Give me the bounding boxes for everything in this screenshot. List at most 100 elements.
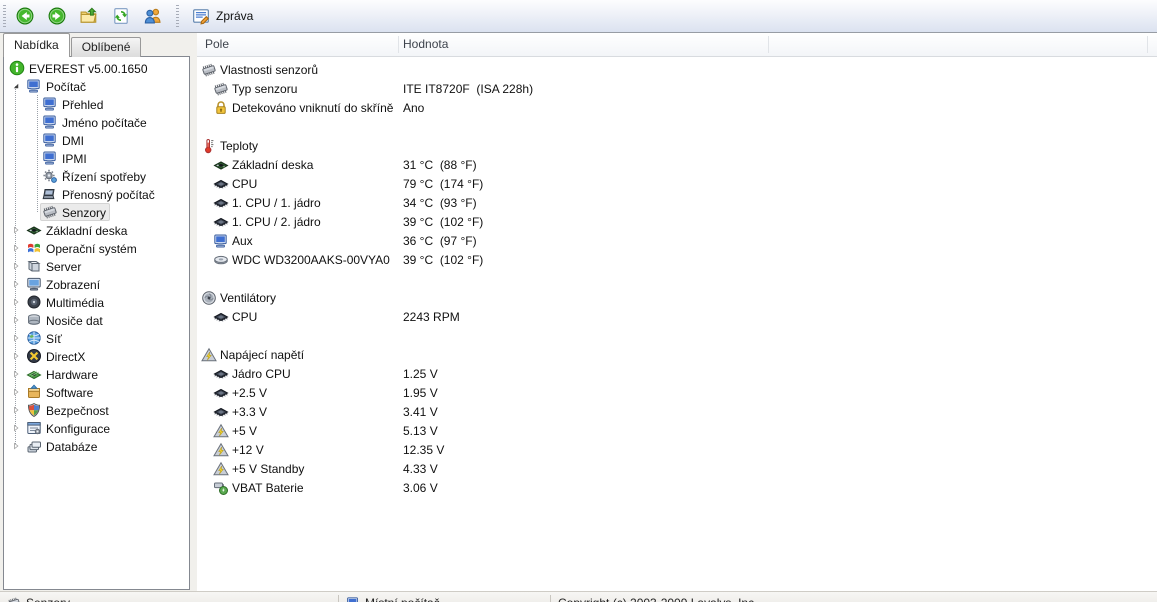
expand-arrow-icon[interactable]	[7, 332, 24, 344]
tree-item-prehled[interactable]: Přehled	[4, 95, 189, 113]
tree-item-everest-v5-00-1650[interactable]: EVEREST v5.00.1650	[4, 59, 189, 77]
row-12-v[interactable]: +12 V 12.35 V	[197, 440, 1157, 459]
tree-item-operacni-system[interactable]: Operační systém	[4, 239, 189, 257]
expand-arrow-icon[interactable]	[7, 386, 24, 398]
tree-item-dmi[interactable]: DMI	[4, 131, 189, 149]
value-label: 2243 RPM	[403, 309, 460, 324]
server-icon	[26, 258, 42, 274]
column-header-hodnota[interactable]: Hodnota	[395, 33, 448, 56]
expand-arrow-icon[interactable]	[7, 422, 24, 434]
tree-item-content: Konfigurace	[24, 419, 114, 437]
row-1-cpu-1-jadro[interactable]: 1. CPU / 1. jádro 34 °C (93 °F)	[197, 193, 1157, 212]
expand-arrow-icon[interactable]	[7, 296, 24, 308]
toolbar-gripper[interactable]	[3, 5, 6, 27]
expand-arrow-icon[interactable]	[7, 404, 24, 416]
row-typ-senzoru[interactable]: Typ senzoru ITE IT8720F (ISA 228h)	[197, 79, 1157, 98]
tree-item-rizeni-spotreby[interactable]: Řízení spotřeby	[4, 167, 189, 185]
row-wdc-wd3200aaks-00vya0[interactable]: WDC WD3200AAKS-00VYA0 39 °C (102 °F)	[197, 250, 1157, 269]
computer-icon	[42, 150, 58, 166]
row-detekovano-vniknuti-do-skrine[interactable]: Detekováno vniknutí do skříně Ano	[197, 98, 1157, 117]
tree-item-pocitac[interactable]: Počítač	[4, 77, 189, 95]
column-resize-handle[interactable]	[398, 36, 399, 53]
group-header-napajeci-napeti[interactable]: Napájecí napětí	[197, 345, 1157, 364]
row-aux[interactable]: Aux 36 °C (97 °F)	[197, 231, 1157, 250]
row-vbat-baterie[interactable]: VBAT Baterie 3.06 V	[197, 478, 1157, 497]
users-button[interactable]	[138, 3, 168, 30]
tab-nabidka[interactable]: Nabídka	[3, 33, 70, 57]
field-cell: CPU	[197, 309, 257, 325]
tree-item-sit[interactable]: Síť	[4, 329, 189, 347]
value-label: 34 °C (93 °F)	[403, 195, 477, 210]
tree-item-hardware[interactable]: Hardware	[4, 365, 189, 383]
field-label: Napájecí napětí	[220, 347, 305, 362]
computer-icon	[346, 596, 360, 602]
field-cell: 1. CPU / 2. jádro	[197, 214, 321, 230]
forward-button[interactable]	[42, 3, 72, 30]
tree-item-konfigurace[interactable]: Konfigurace	[4, 419, 189, 437]
column-resize-handle[interactable]	[768, 36, 769, 53]
expand-arrow-icon[interactable]	[7, 260, 24, 272]
row-3-3-v[interactable]: +3.3 V 3.41 V	[197, 402, 1157, 421]
row-5-v-standby[interactable]: +5 V Standby 4.33 V	[197, 459, 1157, 478]
tree-item-content: DMI	[40, 131, 88, 149]
expand-arrow-icon[interactable]	[7, 242, 24, 254]
chip-icon	[42, 204, 58, 220]
collapse-arrow-icon[interactable]	[7, 80, 24, 92]
tree-item-content: Přenosný počítač	[40, 185, 159, 203]
tree-item-content: Bezpečnost	[24, 401, 113, 419]
field-label: +3.3 V	[232, 404, 268, 419]
value-label: 5.13 V	[403, 423, 438, 438]
expand-arrow-icon[interactable]	[7, 440, 24, 452]
expand-arrow-icon[interactable]	[7, 314, 24, 326]
tree-item-label: IPMI	[62, 151, 87, 166]
up-button[interactable]	[74, 3, 104, 30]
field-label: Základní deska	[232, 157, 314, 172]
group-header-teploty[interactable]: Teploty	[197, 136, 1157, 155]
status-computer: Místní počítač	[339, 592, 550, 602]
config-icon	[26, 420, 42, 436]
expand-arrow-icon[interactable]	[7, 368, 24, 380]
refresh-button[interactable]	[106, 3, 136, 30]
tree-item-directx[interactable]: DirectX	[4, 347, 189, 365]
tree-item-senzory[interactable]: Senzory	[4, 203, 189, 221]
expand-arrow-icon[interactable]	[7, 224, 24, 236]
column-header-pole[interactable]: Pole	[197, 33, 229, 56]
field-label: Teploty	[220, 138, 259, 153]
tree-item-jmeno-pocitace[interactable]: Jméno počítače	[4, 113, 189, 131]
row-5-v[interactable]: +5 V 5.13 V	[197, 421, 1157, 440]
tree-item-software[interactable]: Software	[4, 383, 189, 401]
field-cell: Základní deska	[197, 157, 313, 173]
tree-item-content: Multimédia	[24, 293, 108, 311]
row-jadro-cpu[interactable]: Jádro CPU 1.25 V	[197, 364, 1157, 383]
row-2-5-v[interactable]: +2.5 V 1.95 V	[197, 383, 1157, 402]
report-button[interactable]: Zpráva	[183, 3, 262, 30]
row-1-cpu-2-jadro[interactable]: 1. CPU / 2. jádro 39 °C (102 °F)	[197, 212, 1157, 231]
row-zakladni-deska[interactable]: Základní deska 31 °C (88 °F)	[197, 155, 1157, 174]
network-icon	[26, 330, 42, 346]
tab-oblibene[interactable]: Oblíbené	[70, 37, 142, 57]
row-cpu[interactable]: CPU 79 °C (174 °F)	[197, 174, 1157, 193]
tree-item-bezpecnost[interactable]: Bezpečnost	[4, 401, 189, 419]
row-cpu[interactable]: CPU 2243 RPM	[197, 307, 1157, 326]
tree-item-zobrazeni[interactable]: Zobrazení	[4, 275, 189, 293]
group-header-vlastnosti-senzoru[interactable]: Vlastnosti senzorů	[197, 60, 1157, 79]
toolbar-gripper[interactable]	[176, 5, 179, 27]
tree-item-nosice-dat[interactable]: Nosiče dat	[4, 311, 189, 329]
computer-icon	[42, 96, 58, 112]
expand-arrow-icon[interactable]	[7, 350, 24, 362]
chip-icon	[7, 596, 21, 602]
expand-arrow-icon[interactable]	[7, 278, 24, 290]
tree-item-label: Zobrazení	[46, 277, 101, 292]
tree-item-content: Přehled	[40, 95, 107, 113]
back-button[interactable]	[10, 3, 40, 30]
group-header-ventilatory[interactable]: Ventilátory	[197, 288, 1157, 307]
field-label: Vlastnosti senzorů	[220, 62, 319, 77]
column-resize-handle[interactable]	[1147, 36, 1148, 53]
tree-item-prenosny-pocitac[interactable]: Přenosný počítač	[4, 185, 189, 203]
tree-item-zakladni-deska[interactable]: Základní deska	[4, 221, 189, 239]
tree-item-databaze[interactable]: Databáze	[4, 437, 189, 455]
tree-item-server[interactable]: Server	[4, 257, 189, 275]
report-icon	[192, 7, 210, 25]
tree-item-ipmi[interactable]: IPMI	[4, 149, 189, 167]
tree-item-multimedia[interactable]: Multimédia	[4, 293, 189, 311]
